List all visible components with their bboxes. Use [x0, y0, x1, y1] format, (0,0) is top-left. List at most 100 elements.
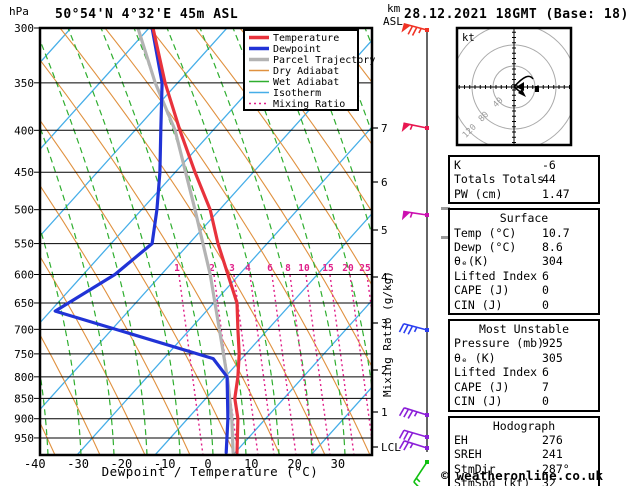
- wind-barb: [398, 440, 429, 451]
- barb-half: [409, 124, 414, 131]
- barb-station-marker: [425, 460, 429, 464]
- row-value: 305: [542, 350, 563, 365]
- row-value: 0: [542, 283, 549, 298]
- wind-barb: [413, 460, 429, 486]
- row-label: K: [454, 158, 461, 172]
- barb-half: [415, 477, 421, 483]
- wind-barb: [398, 322, 429, 335]
- table-row: Dewp (°C) 8.6: [450, 240, 598, 254]
- hodograph-ring-label: 40: [491, 96, 505, 110]
- barb-station-marker: [425, 213, 429, 217]
- wind-barb: [401, 22, 429, 36]
- row-value: 0: [542, 297, 549, 312]
- pressure-tick-label: 600: [14, 269, 34, 282]
- barb-full: [398, 323, 405, 333]
- row-label: Totals Totals: [454, 172, 545, 187]
- pressure-tick-label: 300: [14, 22, 34, 35]
- barb-full: [407, 25, 414, 35]
- barb-full: [403, 408, 410, 418]
- barb-half: [409, 212, 413, 218]
- table-header: Most Unstable: [478, 322, 569, 337]
- pressure-tick-label: 350: [14, 77, 34, 90]
- mixing-ratio-value: 15: [322, 263, 334, 274]
- table-row: θₑ(K) 304: [450, 254, 598, 268]
- hodograph-unit-label: kt: [462, 32, 475, 44]
- pressure-tick-label: 400: [14, 124, 34, 137]
- barb-full: [403, 431, 409, 441]
- row-label: CAPE (J): [454, 379, 510, 394]
- barb-staff: [413, 461, 428, 483]
- mixing-ratio-line: [289, 274, 315, 454]
- pressure-tick-label: 800: [14, 371, 34, 384]
- barb-station-marker: [425, 126, 429, 130]
- indices-table-surface: Surface Temp (°C) 10.7 Dewp (°C) 8.6 θₑ(K) 304…: [448, 208, 600, 316]
- barb-station-marker: [425, 28, 429, 32]
- row-label: EH: [454, 432, 468, 447]
- row-label: SREH: [454, 447, 482, 462]
- barb-half: [413, 411, 418, 417]
- table-row: Temp (°C) 10.7: [450, 226, 598, 240]
- row-value: 925: [542, 336, 563, 351]
- barb-full: [398, 429, 405, 439]
- mixing-ratio-value: 20: [342, 263, 354, 274]
- table-row: PW (cm) 1.47: [450, 187, 598, 201]
- legend-label: Wet Adiabat: [273, 77, 339, 88]
- table-row: CIN (J) 0: [450, 298, 598, 312]
- mixing-ratio-axis-title: Mixing Ratio (g/kg): [381, 271, 394, 397]
- mixing-ratio-value: 8: [285, 263, 291, 274]
- row-value: 7: [542, 379, 549, 394]
- pressure-tick-label: 450: [14, 166, 34, 179]
- barb-full: [403, 324, 409, 334]
- wind-barb: [398, 407, 429, 419]
- row-label: Temp (°C): [454, 225, 517, 240]
- legend-label: Temperature: [273, 33, 339, 44]
- pressure-tick-label: 550: [14, 238, 34, 251]
- barb-full: [407, 410, 414, 419]
- row-label: Lifted Index: [454, 365, 538, 380]
- table-header: Hodograph: [492, 418, 556, 433]
- wind-barb: [401, 122, 429, 133]
- table-row: K -6: [450, 158, 598, 172]
- wind-barb: [401, 210, 429, 221]
- row-label: θₑ (K): [454, 350, 496, 365]
- mixing-ratio-line: [249, 274, 275, 454]
- indices-panel: K -6 Totals Totals 44 PW (cm) 1.47 Surface Temp…: [448, 155, 600, 486]
- row-value: 0: [542, 394, 549, 409]
- barb-full: [398, 407, 405, 417]
- table-row: CAPE (J) 7: [450, 380, 598, 394]
- barb-full: [413, 481, 419, 486]
- mixing-ratio-value: 4: [245, 263, 251, 274]
- barb-half: [413, 326, 418, 333]
- pressure-tick-label: 850: [14, 392, 34, 405]
- indices-table-stability: K -6 Totals Totals 44 PW (cm) 1.47: [448, 155, 600, 205]
- sounding-curves: [53, 29, 241, 454]
- pressure-tick-label: 650: [14, 297, 34, 310]
- table-row: θₑ (K) 305: [450, 351, 598, 365]
- table-row: Lifted Index 6: [450, 269, 598, 283]
- barb-station-marker: [425, 435, 429, 439]
- hodograph-ring-label: 80: [477, 110, 491, 124]
- table-row: CAPE (J) 0: [450, 283, 598, 297]
- mixing-ratio-line: [329, 274, 355, 454]
- barb-full: [403, 441, 410, 451]
- row-value: 8.6: [542, 240, 563, 255]
- wet-adiabat-line: [596, 28, 629, 455]
- barb-full: [407, 325, 414, 335]
- barb-half: [409, 443, 414, 449]
- legend-label: Parcel Trajectory: [273, 55, 375, 66]
- row-label: CIN (J): [454, 297, 503, 312]
- hodograph: 4080120kt: [455, 26, 573, 147]
- table-row: Lifted Index 6: [450, 365, 598, 379]
- copyright: © weatheronline.co.uk: [441, 468, 604, 483]
- table-row: Pressure (mb) 925: [450, 336, 598, 350]
- legend-label: Dry Adiabat: [273, 66, 339, 77]
- row-value: -6: [542, 158, 556, 172]
- legend-label: Mixing Ratio: [273, 99, 345, 110]
- lcl-label: LCL: [381, 441, 401, 454]
- barb-station-marker: [425, 328, 429, 332]
- mixing-ratio-value: 6: [267, 263, 273, 274]
- barb-flag: [401, 123, 411, 133]
- row-value: 241: [542, 447, 563, 462]
- row-label: Dewp (°C): [454, 240, 517, 255]
- legend-label: Isotherm: [273, 88, 321, 99]
